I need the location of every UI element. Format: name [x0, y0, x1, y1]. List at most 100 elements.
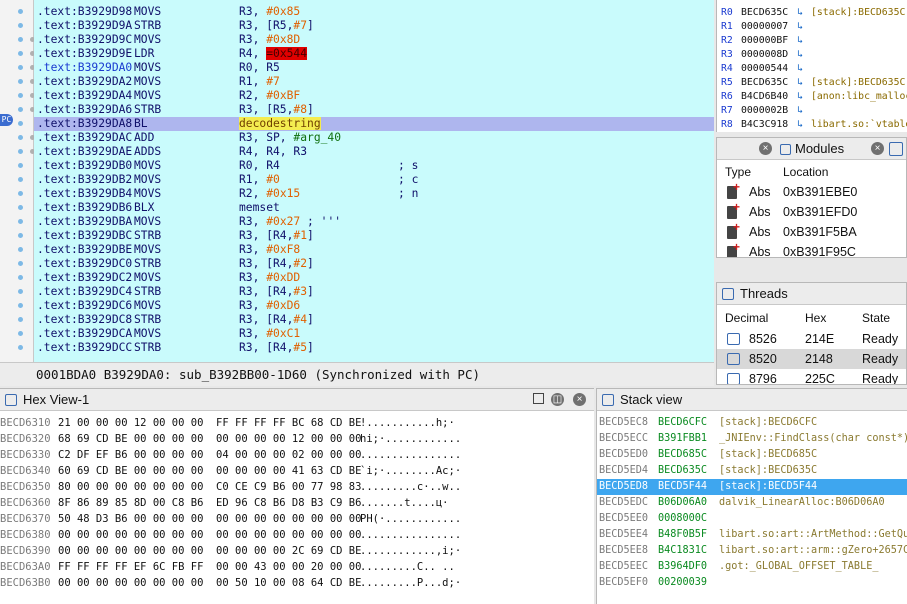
register-value[interactable]: 0000008D: [741, 48, 788, 62]
hex-ascii[interactable]: PH(·............: [360, 511, 461, 527]
register-row[interactable]: R4 00000544 ↳: [717, 62, 907, 76]
hex-ascii[interactable]: hi;·............: [360, 431, 461, 447]
breakpoint-dot[interactable]: [18, 177, 23, 182]
jump-arrow-icon[interactable]: ↳: [797, 104, 803, 118]
disasm-line[interactable]: .text:B3929DA4 MOVS R2, #0xBF: [34, 89, 714, 103]
stack-row[interactable]: BECD5EEC B3964DF0 .got:_GLOBAL_OFFSET_TABL…: [597, 559, 907, 575]
register-value[interactable]: B4C3C918: [741, 118, 788, 132]
jump-arrow-icon[interactable]: ↳: [797, 76, 803, 90]
disasm-line[interactable]: .text:B3929DB0 MOVS R0, R4 ; s: [34, 159, 714, 173]
hex-ascii[interactable]: !...........h;·: [360, 415, 455, 431]
module-location[interactable]: 0xB391F95C: [783, 242, 856, 257]
register-row[interactable]: R2 000000BF ↳: [717, 34, 907, 48]
thread-decimal[interactable]: 8796: [749, 369, 777, 384]
hex-row[interactable]: BECD6320 68 69 CD BE 00 00 00 00 00 00 00…: [0, 431, 594, 447]
module-location[interactable]: 0xB391EFD0: [783, 202, 857, 222]
breakpoint-dot[interactable]: [18, 135, 23, 140]
threads-col-decimal[interactable]: Decimal: [725, 308, 768, 328]
hex-bytes[interactable]: 60 69 CD BE 00 00 00 00 00 00 00 00 41 6…: [58, 463, 361, 479]
breakpoint-dot[interactable]: [18, 233, 23, 238]
module-type[interactable]: Abs: [749, 182, 771, 202]
register-value[interactable]: BECD635C: [741, 6, 788, 20]
hex-ascii[interactable]: ................: [360, 527, 461, 543]
module-type[interactable]: Abs: [749, 202, 771, 222]
stack-value[interactable]: B3964DF0: [658, 559, 707, 575]
disasm-line[interactable]: .text:B3929DCA MOVS R3, #0xC1: [34, 327, 714, 341]
hex-row[interactable]: BECD6340 60 69 CD BE 00 00 00 00 00 00 00…: [0, 463, 594, 479]
breakpoint-dot[interactable]: [18, 191, 23, 196]
register-row[interactable]: R1 00000007 ↳: [717, 20, 907, 34]
thread-state[interactable]: Ready: [862, 349, 898, 369]
threads-col-state[interactable]: State: [862, 308, 890, 328]
jump-arrow-icon[interactable]: ↳: [797, 48, 803, 62]
stack-view-title[interactable]: Stack view: [620, 392, 682, 407]
threads-title[interactable]: Threads: [740, 286, 788, 301]
stack-row[interactable]: BECD5EC8 BECD6CFC [stack]:BECD6CFC: [597, 415, 907, 431]
jump-arrow-icon[interactable]: ↳: [797, 34, 803, 48]
hex-bytes[interactable]: FF FF FF FF EF 6C FB FF 00 00 43 00 00 2…: [58, 559, 361, 575]
register-row[interactable]: R0 BECD635C ↳ [stack]:BECD635C: [717, 6, 907, 20]
jump-arrow-icon[interactable]: ↳: [797, 62, 803, 76]
breakpoint-dot[interactable]: [18, 79, 23, 84]
stack-value[interactable]: BECD6CFC: [658, 415, 707, 431]
hex-view-title[interactable]: Hex View-1: [23, 392, 89, 407]
breakpoint-dot[interactable]: [18, 149, 23, 154]
hex-bytes[interactable]: 00 00 00 00 00 00 00 00 00 00 00 00 2C 6…: [58, 543, 361, 559]
breakpoint-dot[interactable]: [18, 65, 23, 70]
disasm-line[interactable]: .text:B3929DB4 MOVS R2, #0x15 ; n: [34, 187, 714, 201]
hex-ascii[interactable]: ................: [360, 447, 461, 463]
disasm-line[interactable]: .text:B3929DC4 STRB R3, [R4,#3]: [34, 285, 714, 299]
disasm-line[interactable]: .text:B3929DC6 MOVS R3, #0xD6: [34, 299, 714, 313]
breakpoint-dot[interactable]: [18, 317, 23, 322]
module-location[interactable]: 0xB391EBE0: [783, 182, 857, 202]
register-value[interactable]: 000000BF: [741, 34, 788, 48]
stack-value[interactable]: 00200039: [658, 575, 707, 591]
hex-row[interactable]: BECD6370 50 48 D3 B6 00 00 00 00 00 00 00…: [0, 511, 594, 527]
breakpoint-dot[interactable]: [18, 37, 23, 42]
hex-row[interactable]: BECD6310 21 00 00 00 12 00 00 00 FF FF FF…: [0, 415, 594, 431]
close-icon[interactable]: ×: [871, 142, 884, 155]
disasm-line[interactable]: .text:B3929D9E LDR R4, =0x544: [34, 47, 714, 61]
register-value[interactable]: BECD635C: [741, 76, 788, 90]
breakpoint-dot[interactable]: [18, 9, 23, 14]
register-row[interactable]: R5 BECD635C ↳ [stack]:BECD635C: [717, 76, 907, 90]
stack-value[interactable]: B48F0B5F: [658, 527, 707, 543]
stack-value[interactable]: BECD685C: [658, 447, 707, 463]
stack-row[interactable]: BECD5ED4 BECD635C [stack]:BECD635C: [597, 463, 907, 479]
breakpoint-dot[interactable]: [18, 331, 23, 336]
disasm-line[interactable]: .text:B3929DA2 MOVS R1, #7: [34, 75, 714, 89]
stack-row[interactable]: BECD5EE0 0008000C: [597, 511, 907, 527]
thread-hex[interactable]: 225C: [805, 369, 835, 384]
stack-value[interactable]: BECD5F44: [658, 479, 707, 495]
register-value[interactable]: 0000002B: [741, 104, 788, 118]
stack-value[interactable]: BECD635C: [658, 463, 707, 479]
stack-row[interactable]: BECD5ED0 BECD685C [stack]:BECD685C: [597, 447, 907, 463]
stack-value[interactable]: B391FBB1: [658, 431, 707, 447]
disasm-line[interactable]: .text:B3929D98 MOVS R3, #0x85: [34, 5, 714, 19]
register-row[interactable]: R7 0000002B ↳: [717, 104, 907, 118]
breakpoint-dot[interactable]: [18, 51, 23, 56]
hex-bytes[interactable]: 80 00 00 00 00 00 00 00 C0 CE C9 B6 00 7…: [58, 479, 361, 495]
jump-arrow-icon[interactable]: ↳: [797, 118, 803, 132]
thread-hex[interactable]: 214E: [805, 329, 834, 349]
hex-ascii[interactable]: .......t....ц·: [360, 495, 449, 511]
thread-state[interactable]: Ready: [862, 369, 898, 384]
register-value[interactable]: 00000007: [741, 20, 788, 34]
hex-ascii[interactable]: `i;·........Ac;·: [360, 463, 461, 479]
hex-bytes[interactable]: 21 00 00 00 12 00 00 00 FF FF FF FF BC 6…: [58, 415, 361, 431]
breakpoint-dot[interactable]: [18, 205, 23, 210]
hex-row[interactable]: BECD6360 8F 86 89 85 8D 00 C8 B6 ED 96 C8…: [0, 495, 594, 511]
maximize-icon[interactable]: [533, 393, 544, 404]
hex-ascii[interactable]: .........P...d;·: [360, 575, 461, 591]
disasm-line[interactable]: .text:B3929DA8 BL decodestring: [34, 117, 714, 131]
panel-icon[interactable]: [889, 142, 903, 156]
breakpoint-dot[interactable]: [18, 247, 23, 252]
modules-title[interactable]: Modules: [795, 138, 844, 160]
thread-decimal[interactable]: 8520: [749, 349, 777, 369]
breakpoint-dot[interactable]: [18, 107, 23, 112]
stack-row[interactable]: BECD5ECC B391FBB1 _JNIEnv::FindClass(char …: [597, 431, 907, 447]
register-row[interactable]: R6 B4CD6B40 ↳ [anon:libc_malloc]: [717, 90, 907, 104]
module-type[interactable]: Abs: [749, 222, 771, 242]
thread-hex[interactable]: 2148: [805, 349, 833, 369]
module-type[interactable]: Abs: [749, 242, 771, 257]
